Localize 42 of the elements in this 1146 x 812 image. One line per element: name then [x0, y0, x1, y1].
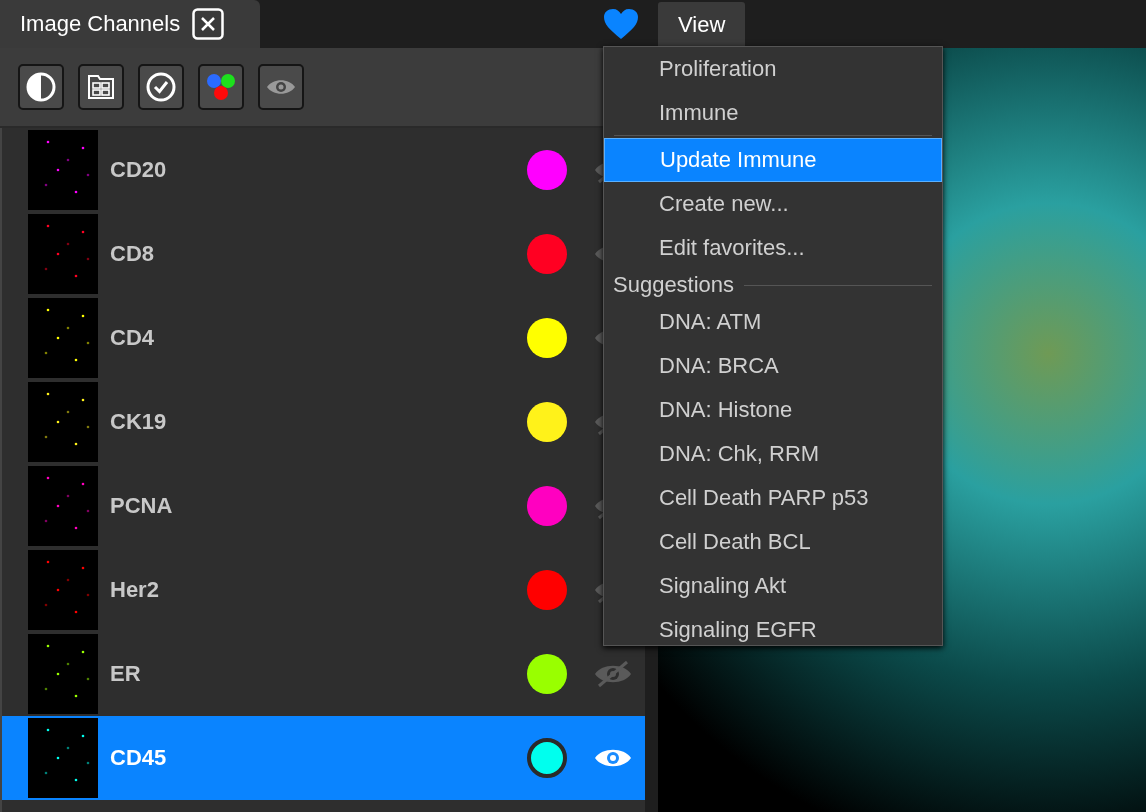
menu-item[interactable]: Signaling EGFR [604, 608, 942, 652]
menu-item[interactable]: Update Immune [604, 138, 942, 182]
check-button[interactable] [138, 64, 184, 110]
color-circles-icon [205, 71, 237, 103]
channel-name[interactable]: Her2 [110, 577, 527, 603]
check-circle-icon [145, 71, 177, 103]
menu-item[interactable]: Proliferation [604, 47, 942, 91]
menu-item[interactable]: Immune [604, 91, 942, 135]
menu-item[interactable]: DNA: ATM [604, 300, 942, 344]
view-tab[interactable]: View [658, 2, 746, 48]
channel-name[interactable]: CK19 [110, 409, 527, 435]
menu-item[interactable]: DNA: BRCA [604, 344, 942, 388]
menu-item[interactable]: DNA: Histone [604, 388, 942, 432]
close-icon[interactable] [192, 8, 225, 40]
menu-item[interactable]: Cell Death BCL [604, 520, 942, 564]
menu-item[interactable]: Create new... [604, 182, 942, 226]
eye-button[interactable] [258, 64, 304, 110]
channel-name[interactable]: PCNA [110, 493, 527, 519]
channel-name[interactable]: CD20 [110, 157, 527, 183]
colors-button[interactable] [198, 64, 244, 110]
channel-color-swatch[interactable] [527, 402, 567, 442]
panel-tab[interactable]: Image Channels [0, 0, 260, 48]
channel-color-swatch[interactable] [527, 654, 567, 694]
channel-name[interactable]: CD4 [110, 325, 527, 351]
layout-button[interactable] [78, 64, 124, 110]
panel-title: Image Channels [20, 11, 181, 37]
menu-section-header: Suggestions [613, 272, 735, 298]
channel-color-swatch[interactable] [527, 234, 567, 274]
channel-color-swatch[interactable] [527, 486, 567, 526]
menu-item[interactable]: Cell Death PARP p53 [604, 476, 942, 520]
menu-item[interactable]: DNA: Chk, RRM [604, 432, 942, 476]
channel-name[interactable]: ER [110, 661, 527, 687]
channel-color-swatch[interactable] [527, 738, 567, 778]
channel-color-swatch[interactable] [527, 318, 567, 358]
channel-color-swatch[interactable] [527, 150, 567, 190]
contrast-icon [25, 71, 57, 103]
contrast-button[interactable] [18, 64, 64, 110]
menu-item[interactable]: Signaling Akt [604, 564, 942, 608]
heart-icon[interactable] [603, 8, 639, 40]
channel-name[interactable]: CD8 [110, 241, 527, 267]
channel-color-swatch[interactable] [527, 570, 567, 610]
menu-item[interactable]: Edit favorites... [604, 226, 942, 270]
